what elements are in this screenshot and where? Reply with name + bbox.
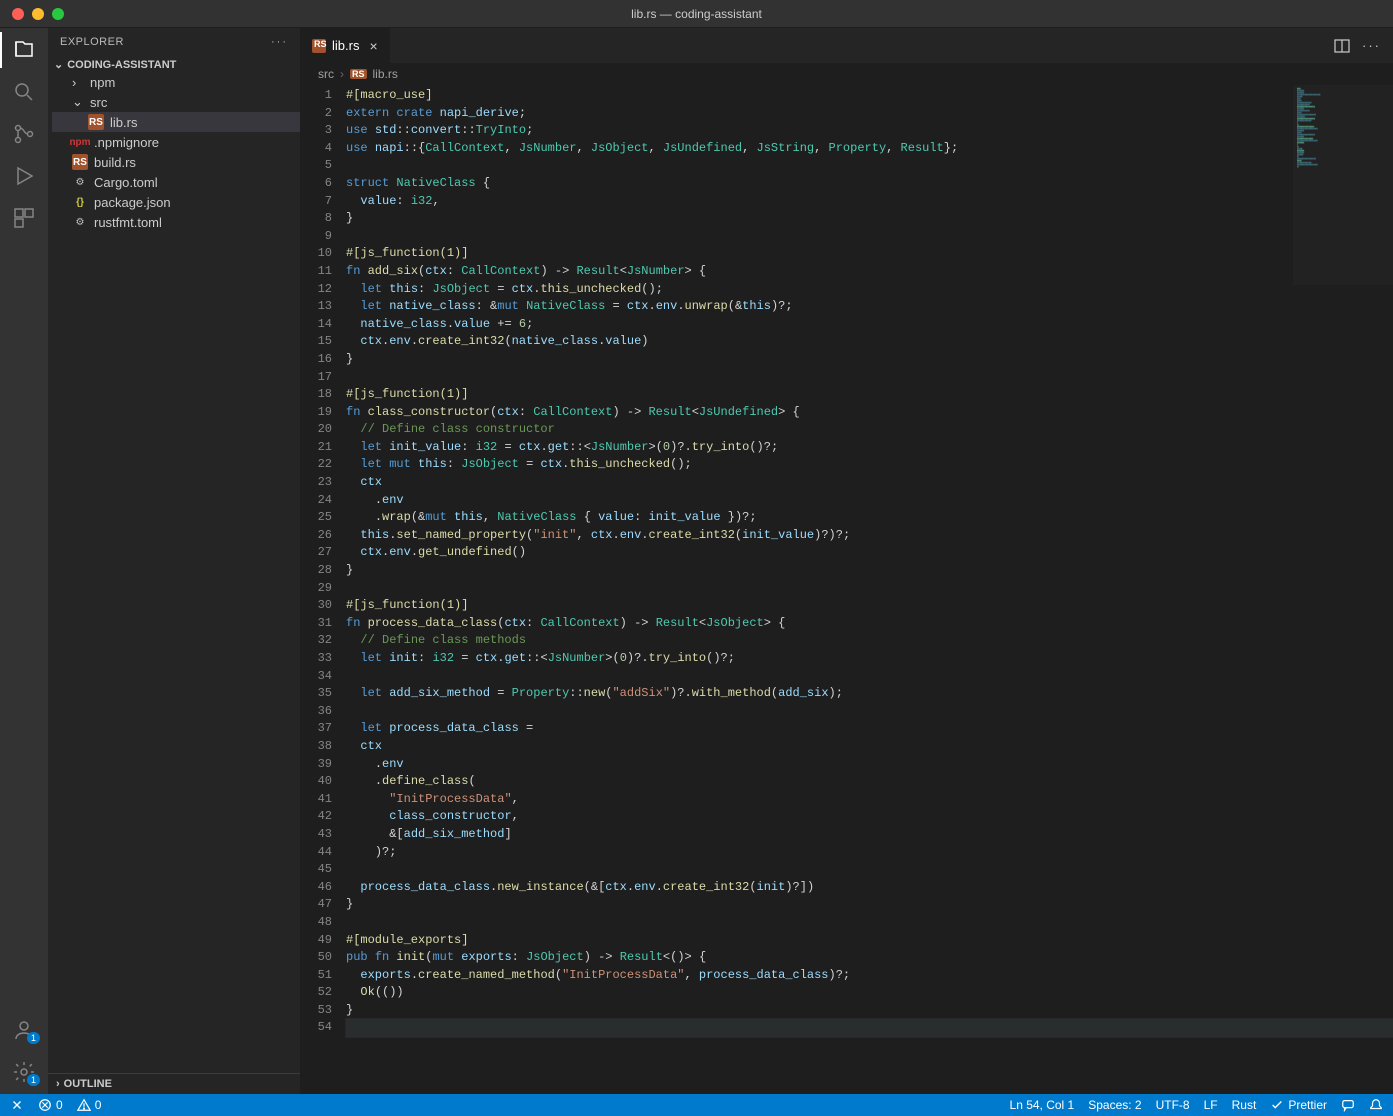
- close-tab-icon[interactable]: ×: [369, 38, 377, 54]
- status-errors[interactable]: 0: [38, 1098, 63, 1112]
- tab-bar: RS lib.rs × ···: [300, 28, 1393, 63]
- window-close-button[interactable]: [12, 8, 24, 20]
- status-spaces[interactable]: Spaces: 2: [1088, 1098, 1141, 1112]
- source-control-icon[interactable]: [12, 122, 36, 146]
- sidebar: EXPLORER ··· ⌄ CODING-ASSISTANT › npm ⌄ …: [48, 28, 300, 1094]
- status-prettier[interactable]: Prettier: [1270, 1098, 1327, 1112]
- project-name: CODING-ASSISTANT: [67, 59, 176, 71]
- activity-bar: 1 1: [0, 28, 48, 1094]
- tree-file-buildrs[interactable]: RS build.rs: [52, 152, 300, 172]
- settings-badge: 1: [27, 1074, 40, 1086]
- status-language[interactable]: Rust: [1232, 1098, 1257, 1112]
- rust-file-icon: RS: [72, 154, 88, 170]
- project-folder-header[interactable]: ⌄ CODING-ASSISTANT: [48, 56, 300, 73]
- tree-file-cargotoml[interactable]: ⚙ Cargo.toml: [52, 172, 300, 192]
- chevron-right-icon: ›: [72, 75, 84, 90]
- status-bar: 0 0 Ln 54, Col 1 Spaces: 2 UTF-8 LF Rust…: [0, 1094, 1393, 1116]
- tab-label: lib.rs: [332, 38, 359, 53]
- code-editor[interactable]: 1234567891011121314151617181920212223242…: [300, 85, 1393, 1094]
- chevron-right-icon: ›: [56, 1078, 60, 1090]
- accounts-icon[interactable]: 1: [12, 1018, 36, 1042]
- window-title: lib.rs — coding-assistant: [0, 7, 1393, 21]
- tree-file-librs[interactable]: RS lib.rs: [52, 112, 300, 132]
- chevron-down-icon: ⌄: [54, 58, 63, 71]
- breadcrumb-item[interactable]: lib.rs: [373, 67, 398, 81]
- search-icon[interactable]: [12, 80, 36, 104]
- json-file-icon: {}: [72, 194, 88, 210]
- rust-file-icon: RS: [88, 114, 104, 130]
- split-editor-icon[interactable]: [1334, 38, 1350, 54]
- breadcrumb[interactable]: src › RS lib.rs: [300, 63, 1393, 85]
- titlebar: lib.rs — coding-assistant: [0, 0, 1393, 28]
- toml-file-icon: ⚙: [72, 214, 88, 230]
- editor-more-icon[interactable]: ···: [1362, 38, 1381, 53]
- window-minimize-button[interactable]: [32, 8, 44, 20]
- tree-file-packagejson[interactable]: {} package.json: [52, 192, 300, 212]
- tree-file-npmignore[interactable]: npm .npmignore: [52, 132, 300, 152]
- chevron-right-icon: ›: [340, 67, 344, 81]
- status-warnings[interactable]: 0: [77, 1098, 102, 1112]
- toml-file-icon: ⚙: [72, 174, 88, 190]
- explorer-icon[interactable]: [12, 38, 36, 62]
- status-line-col[interactable]: Ln 54, Col 1: [1010, 1098, 1075, 1112]
- tree-folder-npm[interactable]: › npm: [52, 73, 300, 92]
- status-feedback-icon[interactable]: [1341, 1098, 1355, 1112]
- file-tree: › npm ⌄ src RS lib.rs npm .npmignore RS …: [48, 73, 300, 232]
- extensions-icon[interactable]: [12, 206, 36, 230]
- code-content[interactable]: #[macro_use]extern crate napi_derive;use…: [346, 85, 1393, 1094]
- remote-indicator[interactable]: [10, 1098, 24, 1112]
- tab-librs[interactable]: RS lib.rs ×: [300, 28, 391, 63]
- settings-gear-icon[interactable]: 1: [12, 1060, 36, 1084]
- sidebar-more-icon[interactable]: ···: [271, 36, 288, 48]
- tree-folder-src[interactable]: ⌄ src: [52, 92, 300, 112]
- minimap[interactable]: ████████████████████████████████████████…: [1293, 85, 1393, 285]
- outline-section[interactable]: › OUTLINE: [48, 1073, 300, 1094]
- window-zoom-button[interactable]: [52, 8, 64, 20]
- tree-file-rustfmttoml[interactable]: ⚙ rustfmt.toml: [52, 212, 300, 232]
- editor-area: RS lib.rs × ··· src › RS lib.rs 12345678…: [300, 28, 1393, 1094]
- npm-file-icon: npm: [72, 134, 88, 150]
- status-bell-icon[interactable]: [1369, 1098, 1383, 1112]
- breadcrumb-item[interactable]: src: [318, 67, 334, 81]
- status-encoding[interactable]: UTF-8: [1156, 1098, 1190, 1112]
- rust-file-icon: RS: [350, 69, 367, 79]
- accounts-badge: 1: [27, 1032, 40, 1044]
- chevron-down-icon: ⌄: [72, 94, 84, 110]
- status-eol[interactable]: LF: [1204, 1098, 1218, 1112]
- line-gutter: 1234567891011121314151617181920212223242…: [300, 85, 346, 1094]
- sidebar-title: EXPLORER: [60, 36, 124, 48]
- rust-file-icon: RS: [312, 39, 326, 53]
- run-debug-icon[interactable]: [12, 164, 36, 188]
